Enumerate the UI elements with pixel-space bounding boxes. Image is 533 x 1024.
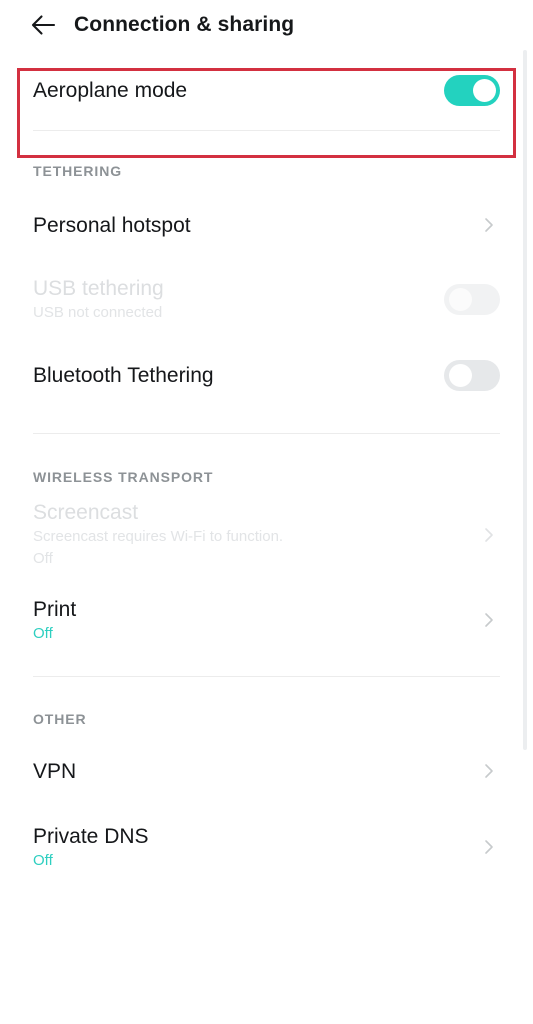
row-title-private-dns: Private DNS	[33, 824, 149, 848]
chevron-right-icon[interactable]	[478, 836, 500, 858]
row-title-screencast: Screencast	[33, 501, 139, 524]
row-title-vpn: VPN	[33, 759, 77, 783]
app-bar: Connection & sharing	[0, 0, 533, 50]
row-subtitle-screencast: Screencast requires Wi-Fi to function.	[33, 528, 284, 545]
row-aeroplane-mode[interactable]: Aeroplane mode	[0, 50, 533, 130]
divider	[33, 676, 500, 677]
row-status-screencast: Off	[33, 550, 53, 567]
back-button[interactable]	[20, 2, 66, 48]
row-bluetooth-tethering[interactable]: Bluetooth Tethering	[0, 345, 533, 405]
row-text: Screencast Screencast requires Wi-Fi to …	[33, 499, 466, 570]
arrow-left-icon	[29, 11, 57, 39]
divider	[33, 130, 500, 131]
row-title-aeroplane-mode: Aeroplane mode	[33, 78, 188, 102]
divider	[33, 433, 500, 434]
row-private-dns[interactable]: Private DNS Off	[0, 817, 533, 877]
row-text: Bluetooth Tethering	[33, 362, 432, 389]
row-text: Print Off	[33, 596, 466, 645]
row-status-print: Off	[33, 624, 53, 642]
chevron-right-icon[interactable]	[478, 760, 500, 782]
row-vpn[interactable]: VPN	[0, 741, 533, 801]
toggle-knob	[449, 287, 472, 311]
chevron-right-icon[interactable]	[478, 609, 500, 631]
row-title-usb-tethering: USB tethering	[33, 276, 164, 300]
scrollbar[interactable]	[523, 50, 527, 750]
row-usb-tethering: USB tethering USB not connected	[0, 269, 533, 329]
row-screencast: Screencast Screencast requires Wi-Fi to …	[0, 499, 533, 570]
row-text: Aeroplane mode	[33, 77, 432, 104]
row-title-personal-hotspot: Personal hotspot	[33, 213, 191, 237]
row-text: Personal hotspot	[33, 212, 466, 239]
toggle-knob	[473, 78, 496, 102]
toggle-usb-tethering	[444, 283, 500, 315]
row-print[interactable]: Print Off	[0, 590, 533, 650]
row-subtitle-usb-tethering: USB not connected	[33, 303, 163, 321]
row-status-private-dns: Off	[33, 851, 53, 869]
chevron-right-icon	[478, 524, 500, 546]
row-title-print: Print	[33, 597, 77, 621]
row-text: VPN	[33, 758, 466, 785]
row-text: USB tethering USB not connected	[33, 275, 432, 324]
settings-list: Aeroplane mode TETHERING Personal hotspo…	[0, 50, 533, 877]
chevron-right-icon[interactable]	[478, 214, 500, 236]
toggle-bluetooth-tethering[interactable]	[444, 359, 500, 391]
section-header-other: OTHER	[33, 711, 87, 727]
section-header-wireless-transport: WIRELESS TRANSPORT	[33, 469, 214, 485]
section-header-tethering: TETHERING	[33, 163, 122, 179]
settings-screen: Connection & sharing Aeroplane mode TETH…	[0, 0, 533, 1024]
page-title: Connection & sharing	[74, 13, 295, 36]
row-personal-hotspot[interactable]: Personal hotspot	[0, 195, 533, 255]
toggle-aeroplane-mode[interactable]	[444, 74, 500, 106]
row-text: Private DNS Off	[33, 823, 466, 872]
toggle-knob	[449, 363, 472, 387]
row-title-bluetooth-tethering: Bluetooth Tethering	[33, 363, 214, 387]
